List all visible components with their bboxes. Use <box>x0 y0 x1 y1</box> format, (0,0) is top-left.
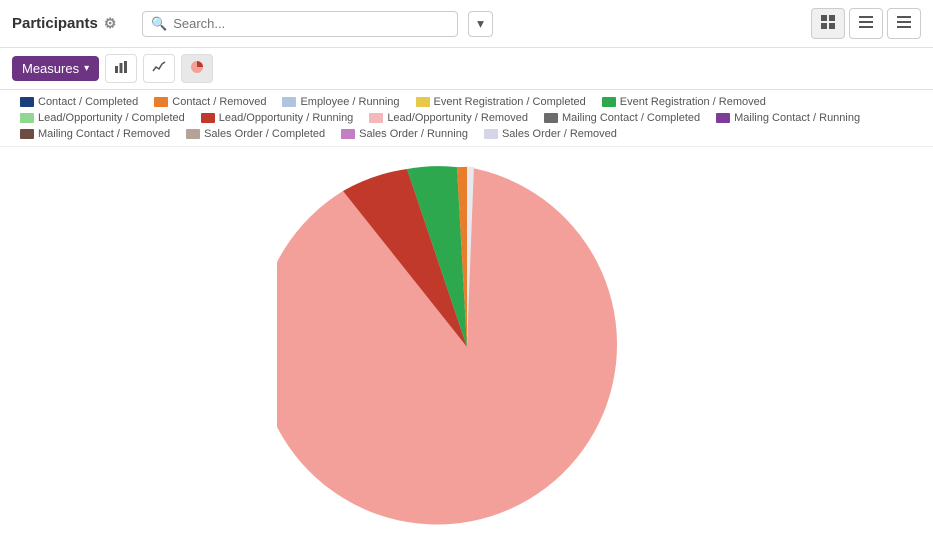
gear-icon[interactable]: ⚙ <box>104 15 117 32</box>
view-buttons <box>811 8 921 39</box>
legend-color-swatch <box>484 129 498 139</box>
legend-label: Contact / Completed <box>38 96 138 108</box>
legend-color-swatch <box>416 97 430 107</box>
legend-item: Mailing Contact / Completed <box>544 112 700 124</box>
measures-label: Measures <box>22 61 79 76</box>
title-text: Participants <box>12 15 98 32</box>
legend-item: Lead/Opportunity / Running <box>201 112 354 124</box>
legend-label: Employee / Running <box>300 96 399 108</box>
toolbar: Measures ▾ <box>0 48 933 90</box>
legend-color-swatch <box>282 97 296 107</box>
image-view-button[interactable] <box>811 8 845 39</box>
legend-color-swatch <box>186 129 200 139</box>
legend-item: Employee / Running <box>282 96 399 108</box>
chart-area <box>0 147 933 547</box>
line-chart-icon <box>152 60 166 74</box>
search-icon: 🔍 <box>151 16 167 32</box>
legend-label: Mailing Contact / Running <box>734 112 860 124</box>
legend-color-swatch <box>544 113 558 123</box>
legend-item: Event Registration / Completed <box>416 96 586 108</box>
legend-color-swatch <box>201 113 215 123</box>
pie-chart-icon <box>190 60 204 74</box>
search-input[interactable] <box>173 16 449 31</box>
legend-item: Mailing Contact / Running <box>716 112 860 124</box>
legend-color-swatch <box>20 113 34 123</box>
legend-label: Event Registration / Completed <box>434 96 586 108</box>
legend-item: Contact / Removed <box>154 96 266 108</box>
legend-color-swatch <box>154 97 168 107</box>
legend-label: Lead/Opportunity / Running <box>219 112 354 124</box>
legend-label: Contact / Removed <box>172 96 266 108</box>
legend-color-swatch <box>716 113 730 123</box>
legend-item: Lead/Opportunity / Completed <box>20 112 185 124</box>
legend-color-swatch <box>341 129 355 139</box>
search-box: 🔍 <box>142 11 458 37</box>
search-dropdown-button[interactable]: ▾ <box>468 11 493 37</box>
legend-color-swatch <box>602 97 616 107</box>
legend-label: Sales Order / Running <box>359 128 468 140</box>
line-chart-button[interactable] <box>143 54 175 83</box>
bar-chart-button[interactable] <box>105 54 137 83</box>
bar-chart-icon <box>114 60 128 74</box>
legend-label: Lead/Opportunity / Completed <box>38 112 185 124</box>
header: Participants ⚙ 🔍 ▾ <box>0 0 933 48</box>
measures-arrow-icon: ▾ <box>84 63 89 74</box>
legend-color-swatch <box>369 113 383 123</box>
page-title: Participants ⚙ <box>12 15 132 32</box>
list-view-button[interactable] <box>849 8 883 39</box>
legend-label: Lead/Opportunity / Removed <box>387 112 528 124</box>
legend-label: Mailing Contact / Removed <box>38 128 170 140</box>
legend-label: Sales Order / Completed <box>204 128 325 140</box>
pie-chart-button[interactable] <box>181 54 213 83</box>
measures-button[interactable]: Measures ▾ <box>12 56 99 81</box>
legend-item: Event Registration / Removed <box>602 96 766 108</box>
legend-item: Contact / Completed <box>20 96 138 108</box>
legend-label: Sales Order / Removed <box>502 128 617 140</box>
pie-chart-svg <box>277 157 657 537</box>
legend-item: Sales Order / Running <box>341 128 468 140</box>
chart-legend: Contact / Completed Contact / Removed Empl… <box>0 90 933 147</box>
legend-label: Event Registration / Removed <box>620 96 766 108</box>
legend-color-swatch <box>20 129 34 139</box>
legend-item: Sales Order / Removed <box>484 128 617 140</box>
legend-item: Mailing Contact / Removed <box>20 128 170 140</box>
legend-item: Sales Order / Completed <box>186 128 325 140</box>
menu-view-button[interactable] <box>887 8 921 39</box>
legend-item: Lead/Opportunity / Removed <box>369 112 528 124</box>
legend-color-swatch <box>20 97 34 107</box>
legend-label: Mailing Contact / Completed <box>562 112 700 124</box>
